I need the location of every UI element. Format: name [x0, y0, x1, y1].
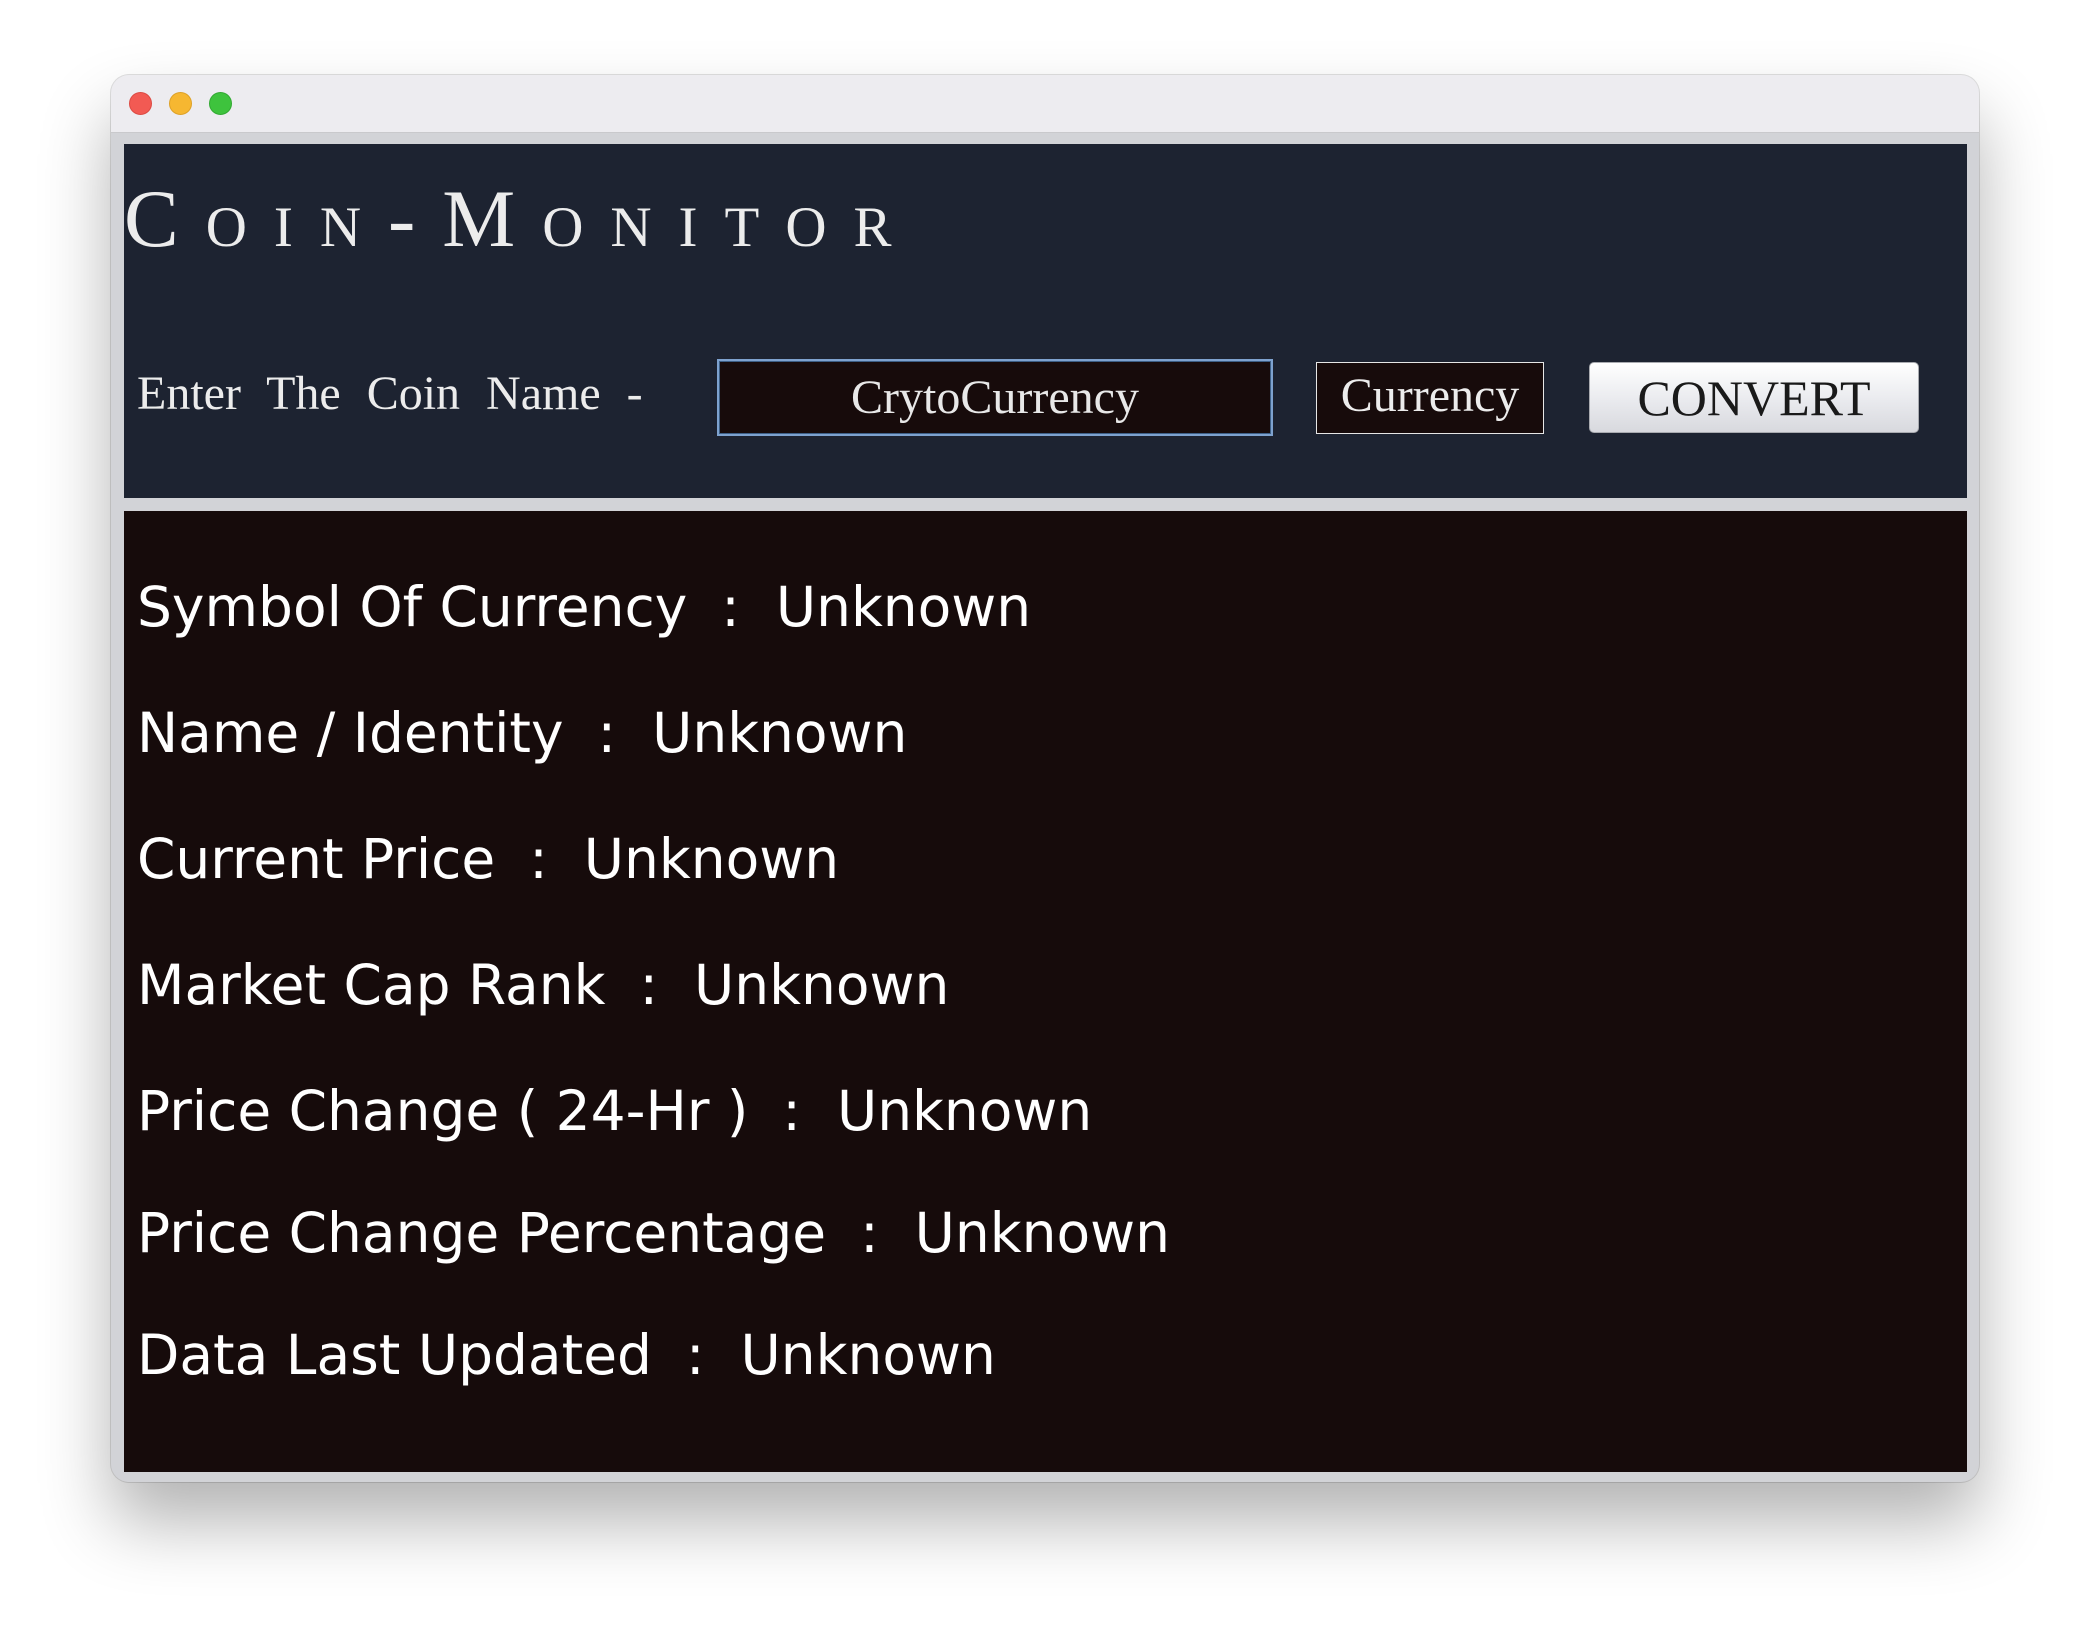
info-row-price-change-percentage: Price Change Percentage: Unknown — [137, 1206, 1170, 1261]
info-label: Price Change Percentage — [137, 1201, 827, 1265]
info-row-market-cap-rank: Market Cap Rank: Unknown — [137, 958, 949, 1013]
info-row-name: Name / Identity: Unknown — [137, 706, 907, 761]
info-separator: : — [529, 827, 548, 891]
app-title: Coin-Monitor — [124, 173, 919, 264]
minimize-window-button[interactable] — [169, 92, 192, 115]
info-label: Symbol Of Currency — [137, 575, 688, 639]
title-bar[interactable] — [111, 75, 1979, 133]
info-separator: : — [639, 953, 658, 1017]
info-row-symbol: Symbol Of Currency: Unknown — [137, 580, 1031, 635]
info-label: Name / Identity — [137, 701, 564, 765]
info-value: Unknown — [914, 1201, 1170, 1265]
info-value: Unknown — [652, 701, 908, 765]
info-label: Market Cap Rank — [137, 953, 606, 1017]
info-separator: : — [721, 575, 740, 639]
coin-name-label: Enter The Coin Name - — [137, 367, 643, 420]
info-label: Current Price — [137, 827, 496, 891]
coin-name-input[interactable] — [717, 359, 1273, 436]
info-label: Price Change ( 24-Hr ) — [137, 1079, 749, 1143]
info-value: Unknown — [583, 827, 840, 891]
app-window — [111, 75, 1979, 1482]
info-value: Unknown — [694, 953, 950, 1017]
convert-button[interactable]: CONVERT — [1589, 362, 1919, 433]
info-separator: : — [685, 1323, 705, 1387]
info-separator: : — [597, 701, 617, 765]
info-label: Data Last Updated — [137, 1323, 652, 1387]
zoom-window-button[interactable] — [209, 92, 232, 115]
info-value: Unknown — [740, 1323, 996, 1387]
info-row-price-change: Price Change ( 24-Hr ): Unknown — [137, 1084, 1092, 1139]
close-window-button[interactable] — [129, 92, 152, 115]
info-row-current-price: Current Price: Unknown — [137, 832, 839, 887]
info-separator: : — [860, 1201, 879, 1265]
currency-field[interactable]: Currency — [1316, 362, 1544, 434]
info-value: Unknown — [775, 575, 1032, 639]
info-separator: : — [782, 1079, 801, 1143]
info-value: Unknown — [836, 1079, 1093, 1143]
info-row-last-updated: Data Last Updated: Unknown — [137, 1328, 996, 1383]
